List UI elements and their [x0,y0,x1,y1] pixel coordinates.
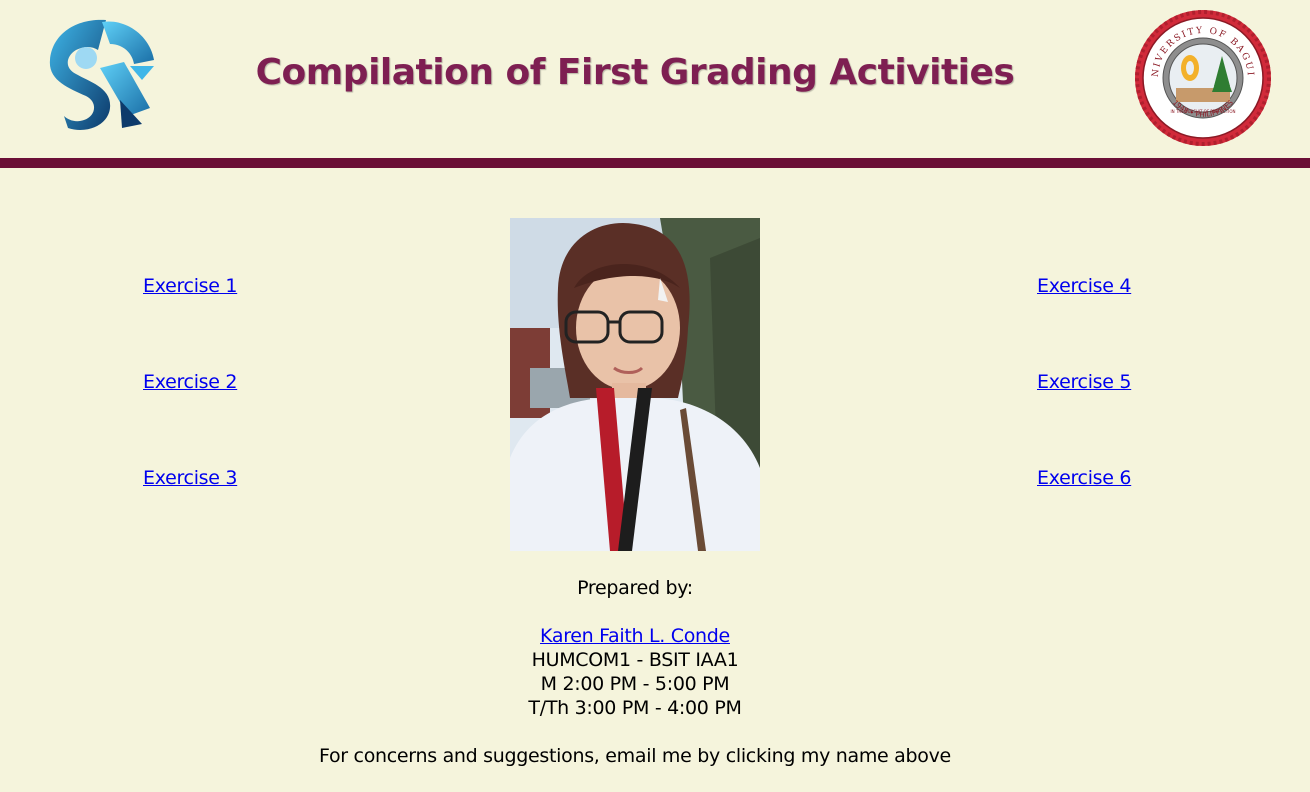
author-photo [510,218,760,551]
schedule-1-text: M 2:00 PM - 5:00 PM [540,673,730,695]
exercise-1-link[interactable]: Exercise 1 [143,275,238,297]
exercise-5-link[interactable]: Exercise 5 [1037,371,1132,393]
university-of-baguio-seal-icon: UNIVERSITY OF BAGUIO 1948 • PHILIPPINES … [1127,1,1274,148]
prepared-by-label: Prepared by: [577,577,693,599]
contact-note: For concerns and suggestions, email me b… [319,745,951,767]
seal-motto: IN THE PURSUIT OF PERFECTION [1171,109,1236,114]
page-title: Compilation of First Grading Activities [255,52,1015,93]
author-info: Prepared by: Karen Faith L. Conde HUMCOM… [0,576,1270,768]
author-email-link[interactable]: Karen Faith L. Conde [540,625,730,647]
exercise-6-link[interactable]: Exercise 6 [1037,467,1132,489]
schedule-2-text: T/Th 3:00 PM - 4:00 PM [528,697,742,719]
exercise-4-link[interactable]: Exercise 4 [1037,275,1132,297]
header-divider [0,158,1310,168]
course-text: HUMCOM1 - BSIT IAA1 [531,649,739,671]
page-header: Compilation of First Grading Activities … [0,0,1310,158]
exercise-2-link[interactable]: Exercise 2 [143,371,238,393]
exercise-3-link[interactable]: Exercise 3 [143,467,238,489]
